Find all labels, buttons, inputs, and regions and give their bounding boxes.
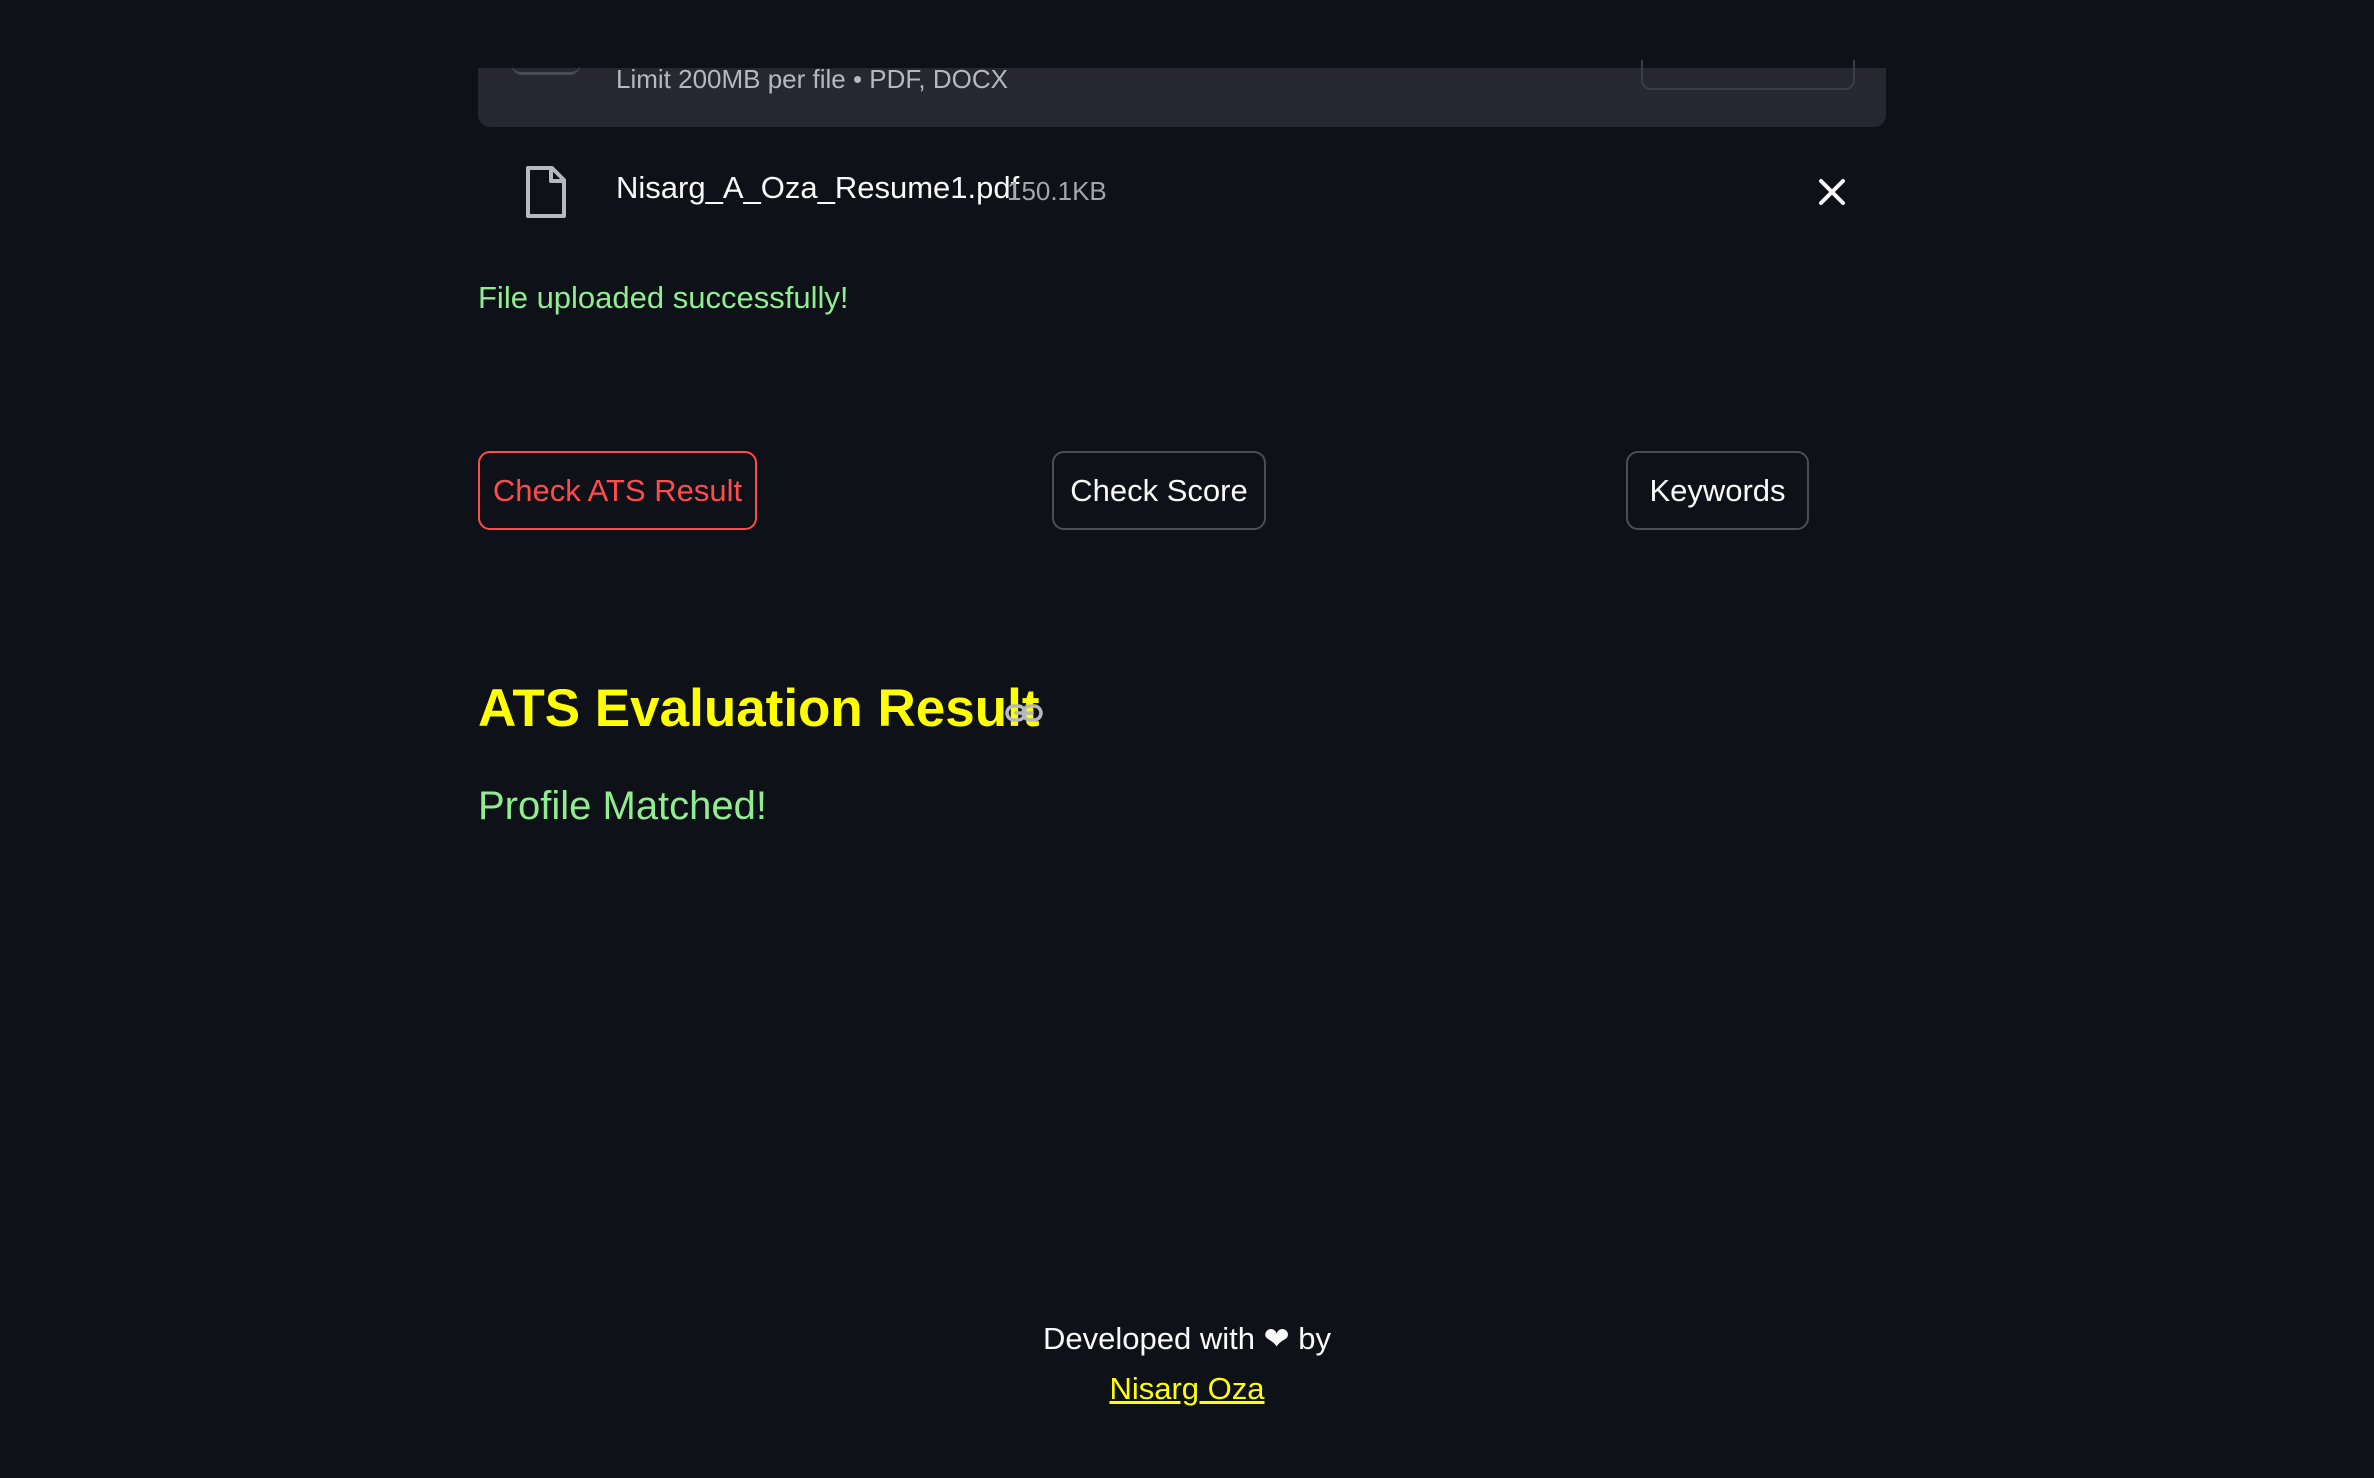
file-icon (526, 166, 566, 218)
browse-files-button[interactable] (1641, 60, 1855, 90)
footer: Developed with ❤ by Nisarg Oza (0, 1318, 2374, 1410)
link-icon[interactable] (1004, 697, 1044, 729)
profile-match-message: Profile Matched! (478, 784, 768, 828)
uploaded-file-size: 150.1KB (1007, 176, 1107, 206)
developed-with-text: Developed with ❤ by (1043, 1321, 1331, 1356)
upload-success-message: File uploaded successfully! (478, 280, 849, 315)
app-main: Limit 200MB per file • PDF, DOCX Nisarg_… (0, 0, 2374, 1478)
result-heading: ATS Evaluation Result (478, 679, 1040, 738)
top-overlay (0, 0, 2374, 68)
check-score-button[interactable]: Check Score (1052, 451, 1266, 530)
check-ats-result-button[interactable]: Check ATS Result (478, 451, 757, 530)
upload-limit-text: Limit 200MB per file • PDF, DOCX (616, 64, 1008, 94)
author-link[interactable]: Nisarg Oza (1109, 1371, 1264, 1406)
keywords-button[interactable]: Keywords (1626, 451, 1809, 530)
upload-cloud-icon (512, 60, 580, 75)
close-icon[interactable] (1814, 174, 1850, 210)
uploaded-file-name: Nisarg_A_Oza_Resume1.pdf (616, 170, 1020, 205)
